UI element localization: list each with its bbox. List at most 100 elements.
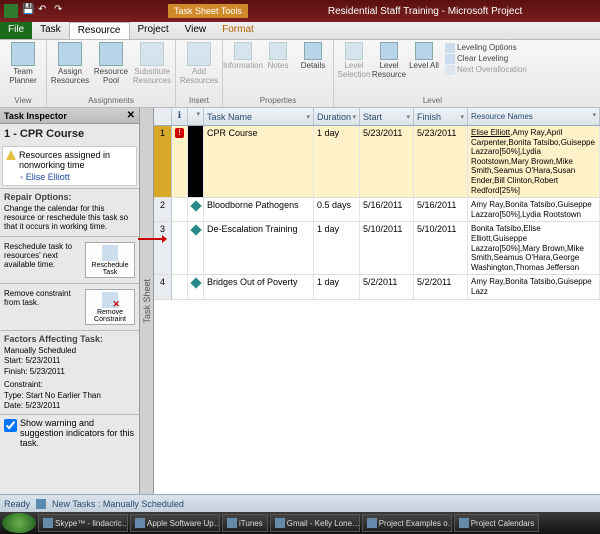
- indicator-cell[interactable]: [172, 222, 188, 274]
- indicator-cell[interactable]: !: [172, 126, 188, 197]
- warning-resource-link[interactable]: ◦ Elise Elliott: [6, 172, 133, 182]
- resources-cell[interactable]: Amy Ray,Bonita Tatsibo,Guiseppe Lazz: [468, 275, 600, 298]
- col-resource-names[interactable]: Resource Names▾: [468, 108, 600, 125]
- save-icon[interactable]: 💾: [22, 4, 36, 18]
- start-cell[interactable]: 5/2/2011: [360, 275, 414, 298]
- show-warning-checkbox[interactable]: Show warning and suggestion indicators f…: [4, 418, 135, 448]
- table-row[interactable]: 4 Bridges Out of Poverty 1 day 5/2/2011 …: [154, 275, 600, 299]
- table-row[interactable]: 1 ! CPR Course 1 day 5/23/2011 5/23/2011…: [154, 126, 600, 198]
- tab-file[interactable]: File: [0, 22, 32, 39]
- col-finish[interactable]: Finish▾: [414, 108, 468, 125]
- row-number[interactable]: 3: [154, 222, 172, 274]
- col-task-mode[interactable]: Task Mode▾: [188, 108, 204, 125]
- col-task-name[interactable]: Task Name▾: [204, 108, 314, 125]
- quick-access-toolbar[interactable]: 💾 ↶ ↷: [22, 4, 68, 18]
- task-name-cell[interactable]: Bloodborne Pathogens: [204, 198, 314, 221]
- taskbar-item[interactable]: Apple Software Up…: [130, 514, 220, 532]
- next-overallocation-button[interactable]: Next Overallocation: [445, 64, 527, 75]
- status-mode[interactable]: New Tasks : Manually Scheduled: [52, 499, 184, 509]
- leveling-options-button[interactable]: Leveling Options: [445, 42, 527, 53]
- row-number[interactable]: 4: [154, 275, 172, 298]
- ribbon-group-assignments: Assign Resources Resource Pool Substitut…: [47, 40, 176, 107]
- mode-cell[interactable]: [188, 198, 204, 221]
- start-cell[interactable]: 5/10/2011: [360, 222, 414, 274]
- row-number[interactable]: 2: [154, 198, 172, 221]
- mode-icon[interactable]: [36, 499, 46, 509]
- resources-cell[interactable]: Bonita Tatsibo,Elise Elliott,Guiseppe La…: [468, 222, 600, 274]
- show-warning-input[interactable]: [4, 419, 17, 432]
- inspector-title: Task Inspector: [4, 111, 67, 121]
- task-sheet-vertical-label[interactable]: Task Sheet: [140, 108, 154, 494]
- tab-format[interactable]: Format: [214, 22, 262, 39]
- callout-arrow: [138, 238, 163, 240]
- details-button[interactable]: Details: [297, 42, 329, 71]
- status-ready: Ready: [4, 499, 30, 509]
- resource-pool-button[interactable]: Resource Pool: [92, 42, 130, 86]
- finish-cell[interactable]: 5/10/2011: [414, 222, 468, 274]
- add-resources-button: Add Resources: [180, 42, 218, 86]
- start-cell[interactable]: 5/23/2011: [360, 126, 414, 197]
- task-name-cell[interactable]: Bridges Out of Poverty: [204, 275, 314, 298]
- row-number[interactable]: 1: [154, 126, 172, 197]
- contextual-tool-tab: Task Sheet Tools: [168, 4, 248, 18]
- mode-cell[interactable]: [188, 275, 204, 298]
- finish-cell[interactable]: 5/16/2011: [414, 198, 468, 221]
- tab-view[interactable]: View: [177, 22, 215, 39]
- tab-task[interactable]: Task: [32, 22, 69, 39]
- leveling-options-icon: [445, 43, 455, 53]
- reschedule-task-button[interactable]: Reschedule Task: [85, 242, 135, 278]
- overallocation-icon: !: [175, 128, 184, 138]
- table-row[interactable]: 3 De-Escalation Training 1 day 5/10/2011…: [154, 222, 600, 275]
- task-name-cell[interactable]: CPR Course: [204, 126, 314, 197]
- assign-resources-button[interactable]: Assign Resources: [51, 42, 89, 86]
- repair-options-section: Repair Options: Change the calendar for …: [0, 188, 139, 236]
- mode-cell[interactable]: [188, 126, 204, 197]
- level-all-button[interactable]: Level All: [408, 42, 440, 71]
- group-label-level: Level: [338, 96, 527, 105]
- table-row[interactable]: 2 Bloodborne Pathogens 0.5 days 5/16/201…: [154, 198, 600, 222]
- project-icon: [459, 518, 469, 528]
- col-indicators[interactable]: ℹ: [172, 108, 188, 125]
- clear-leveling-button[interactable]: Clear Leveling: [445, 53, 527, 64]
- taskbar-item[interactable]: Gmail - Kelly Lone…: [270, 514, 360, 532]
- team-planner-button[interactable]: Team Planner: [4, 42, 42, 86]
- col-start[interactable]: Start▾: [360, 108, 414, 125]
- information-icon: [234, 42, 252, 60]
- indicator-cell[interactable]: [172, 198, 188, 221]
- reschedule-icon: [102, 245, 118, 261]
- duration-cell[interactable]: 0.5 days: [314, 198, 360, 221]
- warning-text: Resources assigned in nonworking time: [19, 150, 133, 170]
- col-rownum[interactable]: [154, 108, 172, 125]
- resources-cell[interactable]: Amy Ray,Bonita Tatsibo,Guiseppe Lazzaro[…: [468, 198, 600, 221]
- start-button[interactable]: [2, 513, 36, 533]
- tab-project[interactable]: Project: [130, 22, 177, 39]
- taskbar-item[interactable]: Project Calendars: [454, 514, 540, 532]
- substitute-resources-button: Substitute Resources: [133, 42, 171, 86]
- undo-icon[interactable]: ↶: [38, 4, 52, 18]
- taskbar-item[interactable]: Project Examples o…: [362, 514, 452, 532]
- remove-constraint-button[interactable]: Remove Constraint: [85, 289, 135, 325]
- substitute-resources-icon: [140, 42, 164, 66]
- close-icon[interactable]: ✕: [127, 110, 135, 121]
- resources-cell[interactable]: Elise Elliott,Amy Ray,April Carpenter,Bo…: [468, 126, 600, 197]
- add-resources-icon: [187, 42, 211, 66]
- tab-resource[interactable]: Resource: [69, 22, 130, 39]
- duration-cell[interactable]: 1 day: [314, 275, 360, 298]
- notes-icon: [269, 42, 287, 60]
- finish-cell[interactable]: 5/2/2011: [414, 275, 468, 298]
- finish-cell[interactable]: 5/23/2011: [414, 126, 468, 197]
- redo-icon[interactable]: ↷: [54, 4, 68, 18]
- taskbar-item[interactable]: iTunes: [222, 514, 268, 532]
- mode-cell[interactable]: [188, 222, 204, 274]
- inspector-warning: Resources assigned in nonworking time ◦ …: [2, 146, 137, 186]
- task-name-cell[interactable]: De-Escalation Training: [204, 222, 314, 274]
- indicator-cell[interactable]: [172, 275, 188, 298]
- duration-cell[interactable]: 1 day: [314, 126, 360, 197]
- level-resource-button[interactable]: Level Resource: [373, 42, 405, 80]
- taskbar-item[interactable]: Skype™ - lindacric…: [38, 514, 128, 532]
- duration-cell[interactable]: 1 day: [314, 222, 360, 274]
- start-cell[interactable]: 5/16/2011: [360, 198, 414, 221]
- col-duration[interactable]: Duration▾: [314, 108, 360, 125]
- ribbon-group-insert: Add Resources Insert: [176, 40, 223, 107]
- group-label-insert: Insert: [180, 96, 218, 105]
